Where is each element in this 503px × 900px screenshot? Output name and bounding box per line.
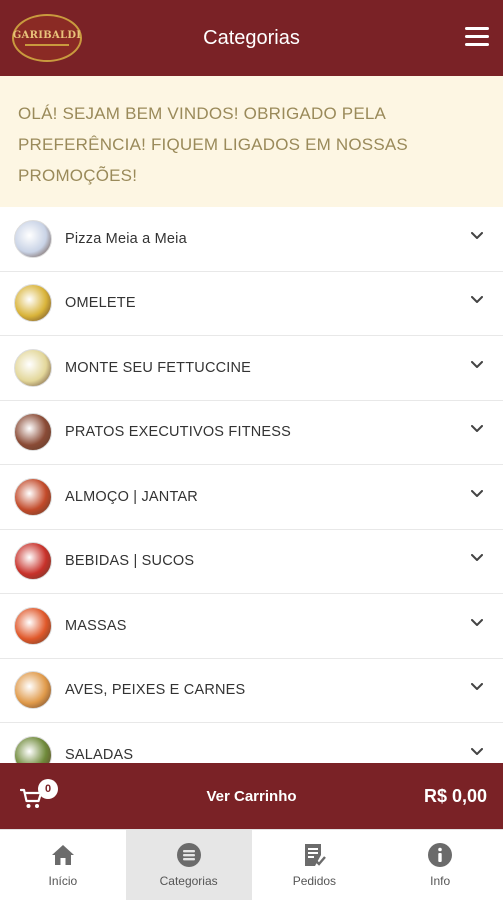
chevron-down-icon[interactable] [471,554,483,564]
welcome-banner: OLÁ! SEJAM BEM VINDOS! OBRIGADO PELA PRE… [0,76,503,207]
view-cart-button[interactable]: 0 Ver Carrinho R$ 0,00 [0,763,503,829]
category-label: SALADAS [65,746,134,763]
nav-inicio[interactable]: Início [0,830,126,900]
category-thumbnail [14,413,52,452]
chevron-down-icon[interactable] [471,683,483,693]
category-thumbnail [14,348,52,387]
category-row[interactable]: Pizza Meia a Meia [0,207,503,272]
category-label: AVES, PEIXES E CARNES [65,682,246,699]
category-thumbnail [14,606,52,645]
app-header: GARIBALDI Categorias [0,0,503,76]
nav-inicio-label: Início [48,874,78,888]
info-icon [428,843,453,867]
category-thumbnail [14,477,52,516]
category-label: OMELETE [65,295,136,312]
category-label: MONTE SEU FETTUCCINE [65,359,252,376]
logo-text: GARIBALDI [12,30,82,41]
nav-info[interactable]: Info [377,830,503,900]
category-thumbnail [14,542,52,581]
category-row[interactable]: MASSAS [0,594,503,659]
category-row[interactable]: OMELETE [0,271,503,336]
category-row[interactable]: MONTE SEU FETTUCCINE [0,336,503,401]
category-thumbnail [14,219,52,258]
category-label: MASSAS [65,617,127,634]
nav-pedidos[interactable]: Pedidos [252,830,378,900]
category-list: Pizza Meia a Meia OMELETE MONTE SEU FETTUC… [0,207,503,763]
page-title: Categorias [203,26,300,49]
category-row[interactable]: BEBIDAS | SUCOS [0,529,503,594]
category-thumbnail [14,284,52,323]
category-label: Pizza Meia a Meia [65,230,187,247]
hamburger-menu-icon[interactable] [465,27,489,47]
bottom-navigation: Início Categorias Pedidos Info [0,829,503,900]
chevron-down-icon[interactable] [471,360,483,371]
receipt-icon [305,844,327,866]
restaurant-logo[interactable]: GARIBALDI [12,14,82,62]
category-label: BEBIDAS | SUCOS [65,553,195,570]
category-row[interactable]: ALMOÇO | JANTAR [0,465,503,530]
nav-categorias-label: Categorias [159,874,218,888]
nav-pedidos-label: Pedidos [292,874,337,888]
category-row[interactable]: PRATOS EXECUTIVOS FITNESS [0,400,503,465]
category-row[interactable]: SALADAS [0,723,503,763]
chevron-down-icon[interactable] [471,747,483,758]
welcome-message: OLÁ! SEJAM BEM VINDOS! OBRIGADO PELA PRE… [18,104,408,185]
chevron-down-icon[interactable] [471,231,483,242]
chevron-down-icon[interactable] [471,489,483,500]
category-thumbnail [14,735,52,763]
home-icon [51,845,74,865]
category-thumbnail [14,671,52,710]
nav-categorias[interactable]: Categorias [125,830,252,900]
category-row[interactable]: AVES, PEIXES E CARNES [0,658,503,723]
list-icon [176,843,201,867]
cart-total: R$ 0,00 [423,785,487,806]
chevron-down-icon[interactable] [471,618,483,629]
chevron-down-icon[interactable] [471,425,483,435]
category-label: ALMOÇO | JANTAR [65,488,198,505]
category-label: PRATOS EXECUTIVOS FITNESS [65,424,292,441]
nav-info-label: Info [430,874,451,888]
chevron-down-icon[interactable] [471,296,483,306]
logo-divider [25,44,69,46]
